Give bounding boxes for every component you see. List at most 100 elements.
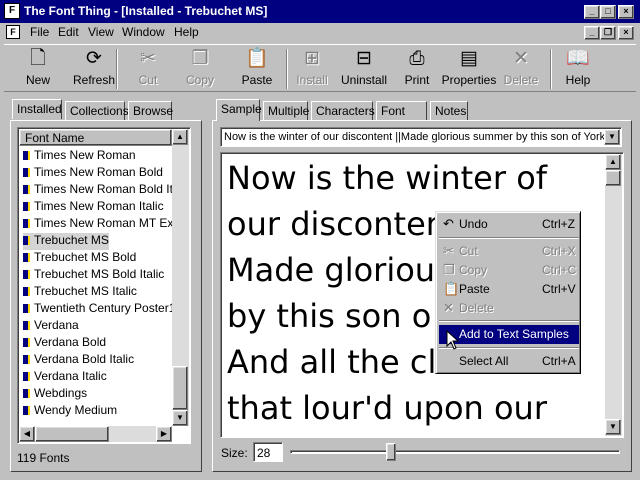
font-list-item[interactable]: Twentieth Century Poster1 [23,301,172,318]
new-button[interactable]: 🗋 New [18,47,58,91]
close-button[interactable]: × [618,5,634,19]
font-list-item[interactable]: Trebuchet MS Bold Italic [23,267,164,284]
sample-text-combo[interactable]: Now is the winter of our discontent ||Ma… [220,127,622,147]
undo-icon: ↶ [443,216,454,231]
tab-installed[interactable]: Installed [12,99,62,119]
sample-vscroll[interactable] [605,154,622,436]
tab-font-info[interactable]: Font Info [376,101,427,132]
toolbar-button-label: Properties [441,73,497,87]
context-menu-shortcut: Ctrl+A [542,354,576,368]
context-menu-label: Undo [459,217,488,231]
sample-scroll-down-button[interactable]: ▼ [605,419,621,435]
print-button[interactable]: ⎙ Print [398,47,436,91]
font-name-text: Wendy Medium [34,403,118,417]
truetype-font-icon [23,151,30,160]
size-label: Size: [221,446,248,460]
context-menu-item-paste[interactable]: 📋 Paste Ctrl+V [439,280,579,299]
combo-dropdown-button[interactable]: ▼ [604,129,620,145]
toolbar-button-label: Uninstall [340,73,388,87]
context-menu-item-select-all[interactable]: Select All Ctrl+A [439,352,579,371]
font-list-item[interactable]: Trebuchet MS Italic [23,284,137,301]
scissors-icon: ✂ [443,243,454,258]
font-list[interactable]: Times New Roman Times New Roman Bold Times… [19,146,172,426]
font-name-text: Times New Roman Bold It... [34,182,172,196]
toolbar-button-label: Cut [138,73,158,87]
help-button[interactable]: 📖 Help [558,47,598,91]
font-list-item[interactable]: Times New Roman Italic [23,199,164,216]
tab-characters[interactable]: Characters [311,101,375,121]
font-name-header[interactable]: Font Name [19,129,172,146]
menu-edit[interactable]: Edit [58,25,79,39]
context-menu-label: Paste [459,282,490,296]
font-list-item[interactable]: Verdana Bold Italic [23,352,134,369]
menu-file[interactable]: File [30,25,49,39]
context-menu-shortcut: Ctrl+V [542,282,576,296]
paste-button[interactable]: 📋 Paste [232,47,282,91]
size-input[interactable]: 28 [253,442,283,462]
context-menu-separator [439,237,579,239]
font-list-item[interactable]: Trebuchet MS Bold [23,250,136,267]
context-menu-item-undo[interactable]: ↶ Undo Ctrl+Z [439,215,579,234]
menu-view[interactable]: View [88,25,114,39]
font-list-item[interactable]: Webdings [23,386,87,403]
tab-multiple[interactable]: Multiple [263,101,309,121]
toolbar-button-label: Install [296,73,328,87]
context-menu-item-cut[interactable]: ✂ Cut Ctrl+X [439,242,579,261]
font-list-item[interactable]: Verdana Bold [23,335,106,352]
font-list-item[interactable]: Wendy Medium [23,403,117,420]
menu-bar: F File Edit View Window Help _ ❐ × [0,23,640,42]
printer-icon: ⎙ [409,48,425,69]
document-icon[interactable]: F [6,25,20,39]
font-list-item[interactable]: Times New Roman [23,148,136,165]
sample-scroll-up-button[interactable]: ▲ [605,154,621,170]
install-button[interactable]: ⊞ Install [290,47,334,91]
tab-notes[interactable]: Notes [430,101,468,121]
context-menu-label: Copy [459,263,488,277]
scroll-left-button[interactable]: ◀ [19,426,35,442]
truetype-font-icon [23,355,30,364]
menu-window[interactable]: Window [122,25,165,39]
font-name-text: Trebuchet MS Italic [34,284,137,298]
tab-browse[interactable]: Browse [128,101,173,121]
install-icon: ⊞ [304,48,320,69]
truetype-font-icon [23,253,30,262]
tab-sample[interactable]: Sample [216,99,262,121]
toolbar-button-label: New [25,73,50,87]
delete-button[interactable]: ✕ Delete [500,47,542,91]
hscroll-thumb[interactable] [35,426,109,442]
context-menu-item-delete[interactable]: ✕ Delete [439,299,579,318]
font-list-item[interactable]: Trebuchet MS [23,233,109,250]
copy-button[interactable]: ❐ Copy [180,47,220,91]
title-bar[interactable]: F The Font Thing - [Installed - Trebuche… [0,0,640,23]
scroll-down-button[interactable]: ▼ [172,410,188,426]
context-menu-separator [439,347,579,349]
mdi-restore-button[interactable]: ❐ [600,26,616,40]
maximize-button[interactable]: □ [600,5,616,19]
mdi-minimize-button[interactable]: _ [584,26,600,40]
truetype-font-icon [23,372,30,381]
scroll-thumb[interactable] [172,366,188,410]
font-list-item[interactable]: Verdana [23,318,79,335]
menu-help[interactable]: Help [174,25,199,39]
scroll-right-button[interactable]: ▶ [156,426,172,442]
size-slider-thumb[interactable] [386,443,396,461]
tab-collections[interactable]: Collections [65,101,129,121]
toolbar-button-label: Refresh [72,73,116,87]
sample-scroll-thumb[interactable] [605,170,621,186]
uninstall-button[interactable]: ⊟ Uninstall [336,47,392,91]
context-menu-item-copy[interactable]: ❐ Copy Ctrl+C [439,261,579,280]
mdi-close-button[interactable]: × [618,26,634,40]
context-menu-item-add-to-text-samples[interactable]: Add to Text Samples [439,325,579,344]
cut-button[interactable]: ✂ Cut [128,47,168,91]
help-book-icon: 📖 [566,48,590,69]
font-list-item[interactable]: Times New Roman MT Ex... [23,216,172,233]
refresh-button[interactable]: ⟳ Refresh [68,47,120,91]
font-list-item[interactable]: Times New Roman Bold [23,165,163,182]
font-list-item[interactable]: Times New Roman Bold It... [23,182,172,199]
app-icon[interactable]: F [4,3,20,19]
size-slider-track[interactable] [290,450,620,454]
properties-button[interactable]: ▤ Properties [440,47,498,91]
scroll-up-button[interactable]: ▲ [172,129,188,145]
minimize-button[interactable]: _ [584,5,600,19]
font-list-item[interactable]: Verdana Italic [23,369,107,386]
